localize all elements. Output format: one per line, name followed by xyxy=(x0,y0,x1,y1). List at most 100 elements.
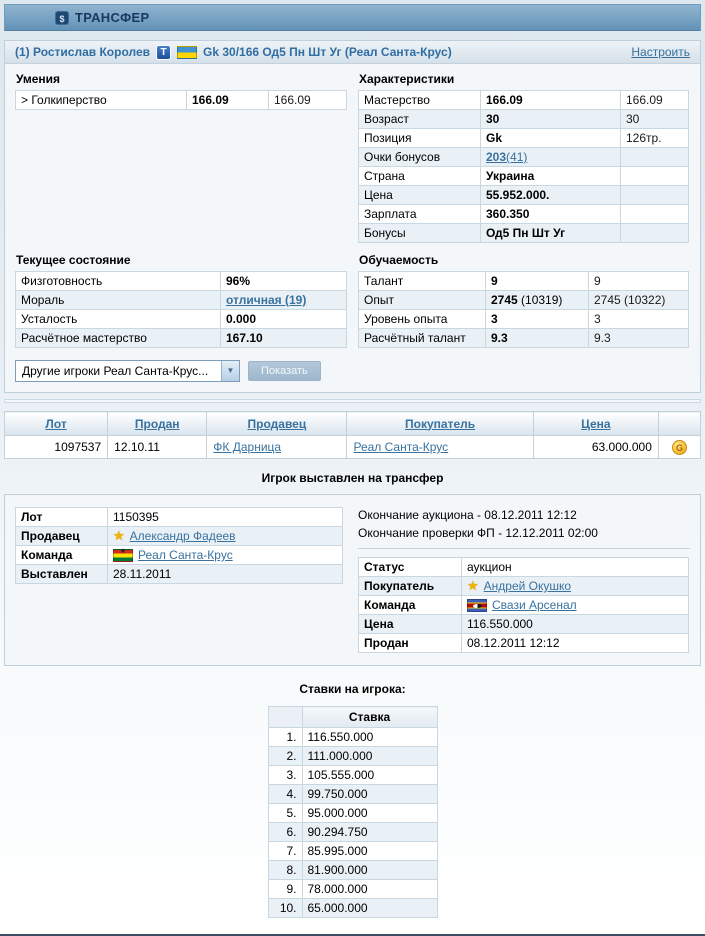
player-header: (1) Ростислав Королев T Gk 30/166 Од5 Пн… xyxy=(5,41,700,64)
transfer-lot-section: Лот 1150395 Продавец ★Александр Фадеев К… xyxy=(15,507,348,653)
characteristics-table: Мастерство 166.09 166.09 Возраст 30 30 П… xyxy=(358,90,689,243)
transfer-lot-number: 1150395 xyxy=(108,508,343,527)
chevron-down-icon: ▼ xyxy=(221,361,239,381)
transfer-badge-icon: T xyxy=(156,45,171,60)
lot-history-header-row: Лот Продан Продавец Покупатель Цена xyxy=(5,412,701,436)
bonus-points-link[interactable]: 203(41) xyxy=(486,150,527,164)
table-row: Опыт 2745 (10319) 2745 (10322) xyxy=(359,291,689,310)
auction-end-line: Окончание аукциона - 08.12.2011 12:12 xyxy=(358,507,690,523)
transfer-icon: $ xyxy=(55,11,69,25)
table-row: Расчётное мастерство 167.10 xyxy=(16,329,347,348)
bid-row: 3. 105.555.000 xyxy=(268,766,437,785)
morale-link[interactable]: отличная (19) xyxy=(226,293,306,307)
other-players-select[interactable]: Другие игроки Реал Санта-Крус... ▼ xyxy=(15,360,240,382)
other-players-controls: Другие игроки Реал Санта-Крус... ▼ Показ… xyxy=(15,360,690,382)
bid-row: 2. 111.000.000 xyxy=(268,747,437,766)
table-row: Мораль отличная (19) xyxy=(16,291,347,310)
bid-row: 9. 78.000.000 xyxy=(268,880,437,899)
price-value: 63.000.000 xyxy=(533,436,658,459)
table-row: Команда Свази Арсенал xyxy=(359,596,689,615)
listed-date: 28.11.2011 xyxy=(108,565,343,584)
transfer-box: Лот 1150395 Продавец ★Александр Фадеев К… xyxy=(4,494,701,666)
table-row: Расчётный талант 9.3 9.3 xyxy=(359,329,689,348)
seller-team-link[interactable]: Реал Санта-Крус xyxy=(138,548,233,562)
bids-table: Ставка 1. 116.550.000 2. 111.000.000 3. … xyxy=(268,706,438,918)
seller-manager-link[interactable]: Александр Фадеев xyxy=(130,529,236,543)
sort-buyer-link[interactable]: Покупатель xyxy=(405,417,475,431)
table-row: Выставлен 28.11.2011 xyxy=(16,565,343,584)
sold-date: 12.10.11 xyxy=(108,436,207,459)
table-row: Физготовность 96% xyxy=(16,272,347,291)
bolivia-flag-icon xyxy=(113,549,133,562)
bids-header-row: Ставка xyxy=(268,707,437,728)
buyer-team-link[interactable]: Реал Санта-Крус xyxy=(353,440,448,454)
table-row: Цена 116.550.000 xyxy=(359,615,689,634)
auction-status: аукцион xyxy=(462,558,689,577)
table-row: Зарплата 360.350 xyxy=(359,205,689,224)
table-row: Очки бонусов 203(41) xyxy=(359,148,689,167)
sort-seller-link[interactable]: Продавец xyxy=(248,417,307,431)
table-row: Усталость 0.000 xyxy=(16,310,347,329)
skill-value: 166.09 xyxy=(187,91,269,110)
table-row: Покупатель ★Андрей Окушко xyxy=(359,577,689,596)
skills-heading: Умения xyxy=(16,72,348,87)
transfer-auction-section: Окончание аукциона - 08.12.2011 12:12 Ок… xyxy=(358,507,690,653)
table-row: Бонусы Од5 Пн Шт Уг xyxy=(359,224,689,243)
table-row: Возраст 30 30 xyxy=(359,110,689,129)
bids-heading: Ставки на игрока: xyxy=(4,682,701,696)
table-row: Цена 55.952.000. xyxy=(359,186,689,205)
auction-status-table: Статус аукцион Покупатель ★Андрей Окушко… xyxy=(358,557,689,653)
bids-column-header: Ставка xyxy=(302,707,437,728)
buyer-team-link[interactable]: Свази Арсенал xyxy=(492,598,577,612)
player-name: (1) Ростислав Королев xyxy=(15,45,150,59)
player-summary: Gk 30/166 Од5 Пн Шт Уг (Реал Санта-Крус) xyxy=(203,45,452,59)
skill-label: > Голкиперство xyxy=(16,91,187,110)
table-row: Страна Украина xyxy=(359,167,689,186)
page-title: ТРАНСФЕР xyxy=(75,10,149,25)
bid-row: 8. 81.900.000 xyxy=(268,861,437,880)
table-row: Продан 08.12.2011 12:12 xyxy=(359,634,689,653)
show-button[interactable]: Показать xyxy=(248,361,321,381)
buyer-manager-link[interactable]: Андрей Окушко xyxy=(484,579,571,593)
table-row: > Голкиперство 166.09 166.09 xyxy=(16,91,347,110)
select-value: Другие игроки Реал Санта-Крус... xyxy=(16,364,214,378)
bid-row: 7. 85.995.000 xyxy=(268,842,437,861)
player-box: (1) Ростислав Королев T Gk 30/166 Од5 Пн… xyxy=(4,40,701,393)
lot-history-table: Лот Продан Продавец Покупатель Цена 1097… xyxy=(4,411,701,459)
divider xyxy=(358,548,690,549)
characteristics-section: Характеристики Мастерство 166.09 166.09 … xyxy=(358,72,690,243)
current-state-section: Текущее состояние Физготовность 96% Мора… xyxy=(15,253,348,348)
star-icon: ★ xyxy=(467,580,479,592)
skill-value-secondary: 166.09 xyxy=(269,91,347,110)
sort-price-link[interactable]: Цена xyxy=(581,417,611,431)
lot-history-row: 1097537 12.10.11 ФК Дарница Реал Санта-К… xyxy=(5,436,701,459)
trainability-table: Талант 9 9 Опыт 2745 (10319) 2745 (10322… xyxy=(358,271,689,348)
transfer-lot-table: Лот 1150395 Продавец ★Александр Фадеев К… xyxy=(15,507,343,584)
table-row: Уровень опыта 3 3 xyxy=(359,310,689,329)
section-divider xyxy=(4,399,701,403)
skills-section: Умения > Голкиперство 166.09 166.09 xyxy=(15,72,348,243)
characteristics-heading: Характеристики xyxy=(359,72,690,87)
current-price: 116.550.000 xyxy=(462,615,689,634)
skills-table: > Голкиперство 166.09 166.09 xyxy=(15,90,347,110)
fp-check-end-line: Окончание проверки ФП - 12.12.2011 02:00 xyxy=(358,525,690,541)
table-row: Талант 9 9 xyxy=(359,272,689,291)
current-state-table: Физготовность 96% Мораль отличная (19) У… xyxy=(15,271,347,348)
trainability-section: Обучаемость Талант 9 9 Опыт 2745 (10319)… xyxy=(358,253,690,348)
table-row: Статус аукцион xyxy=(359,558,689,577)
configure-link[interactable]: Настроить xyxy=(631,45,690,59)
sort-lot-link[interactable]: Лот xyxy=(45,417,66,431)
bid-row: 5. 95.000.000 xyxy=(268,804,437,823)
eswatini-flag-icon xyxy=(467,599,487,612)
sold-datetime: 08.12.2011 12:12 xyxy=(462,634,689,653)
bid-row: 10. 65.000.000 xyxy=(268,899,437,918)
table-row: Лот 1150395 xyxy=(16,508,343,527)
lot-number: 1097537 xyxy=(5,436,108,459)
seller-team-link[interactable]: ФК Дарница xyxy=(213,440,281,454)
title-bar: $ ТРАНСФЕР xyxy=(4,4,701,31)
table-row: Продавец ★Александр Фадеев xyxy=(16,527,343,546)
page: $ ТРАНСФЕР (1) Ростислав Королев T Gk 30… xyxy=(0,0,705,936)
sort-sold-link[interactable]: Продан xyxy=(135,417,180,431)
bid-row: 1. 116.550.000 xyxy=(268,728,437,747)
ukraine-flag-icon xyxy=(177,46,197,59)
